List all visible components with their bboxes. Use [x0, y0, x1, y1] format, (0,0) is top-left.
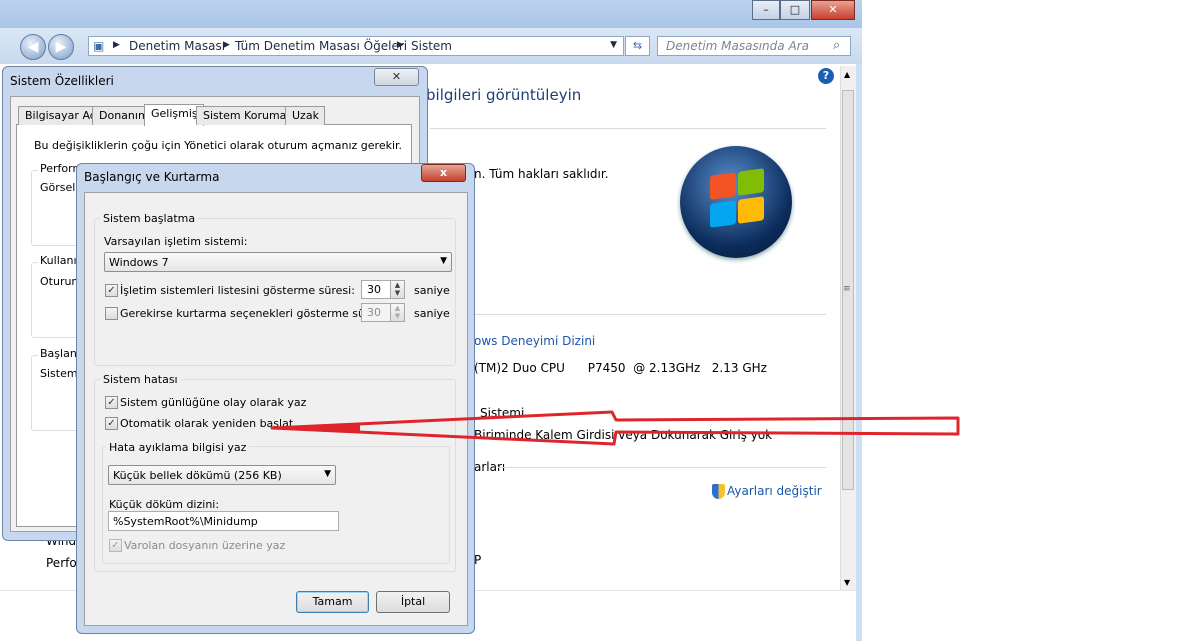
annotation-arrow [270, 410, 960, 446]
